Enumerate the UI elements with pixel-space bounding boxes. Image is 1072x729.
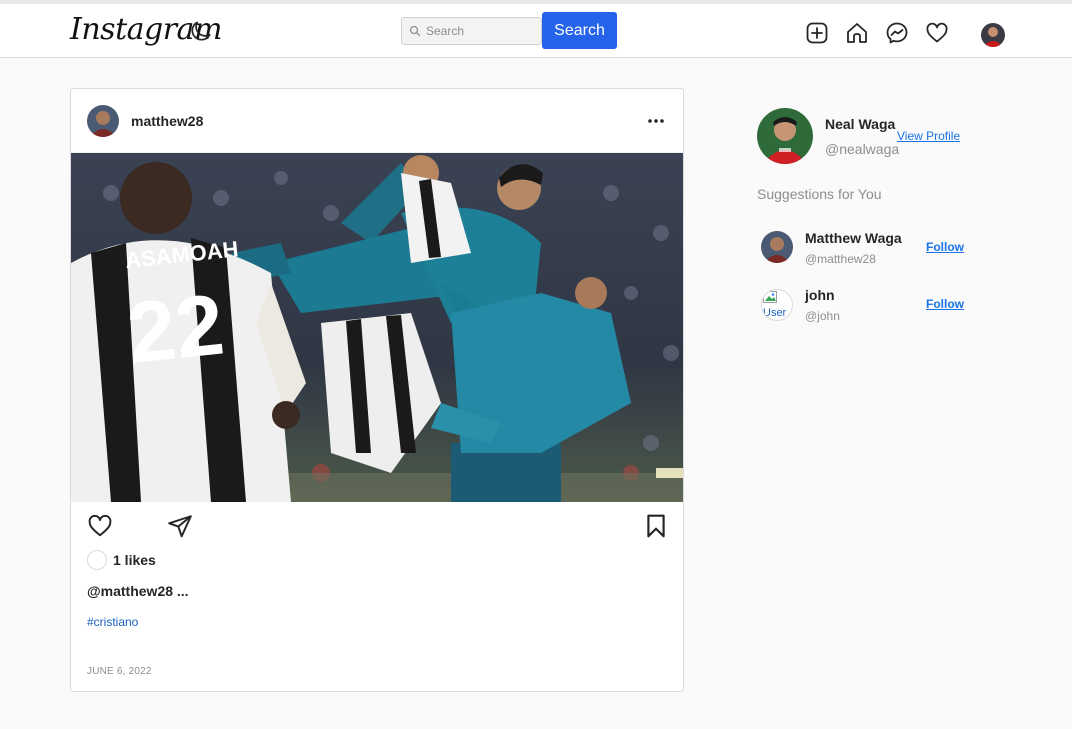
- suggestion-name[interactable]: john: [805, 287, 835, 303]
- suggestion-name[interactable]: Matthew Waga: [805, 230, 902, 246]
- post-image[interactable]: ASAMOAH 22: [71, 153, 683, 502]
- sidebar-profile-handle: @nealwaga: [825, 141, 900, 157]
- post-card: matthew28 ASAMOAH 22 1 likes @matthew28 …: [70, 88, 684, 692]
- broken-image-alt: User: [763, 307, 787, 319]
- like-icon[interactable]: [87, 513, 113, 539]
- suggestions-title: Suggestions for You: [757, 186, 882, 202]
- home-icon[interactable]: [845, 21, 869, 45]
- search-input[interactable]: [426, 18, 540, 44]
- view-profile-link[interactable]: View Profile: [897, 129, 960, 143]
- search-box[interactable]: [401, 17, 542, 45]
- suggestion-handle: @john: [805, 309, 840, 323]
- add-post-icon[interactable]: [805, 21, 829, 45]
- profile-avatar[interactable]: [981, 23, 1005, 47]
- search-icon: [409, 25, 421, 37]
- post-username[interactable]: matthew28: [131, 113, 203, 129]
- likes-count[interactable]: 1 likes: [113, 552, 156, 568]
- share-icon[interactable]: [167, 513, 193, 539]
- post-hashtag[interactable]: #cristiano: [87, 615, 138, 629]
- likes-avatar: [87, 550, 107, 570]
- suggestion-handle: @matthew28: [805, 252, 876, 266]
- suggestion-avatar[interactable]: [761, 231, 793, 263]
- more-options-icon[interactable]: [645, 111, 667, 131]
- post-header: matthew28: [71, 89, 683, 153]
- follow-button[interactable]: Follow: [926, 297, 964, 311]
- sidebar-profile-avatar[interactable]: [757, 108, 813, 164]
- moon-icon[interactable]: [188, 18, 214, 44]
- svg-text:22: 22: [123, 276, 228, 381]
- sidebar-profile-name[interactable]: Neal Waga: [825, 116, 895, 132]
- follow-button[interactable]: Follow: [926, 240, 964, 254]
- messenger-icon[interactable]: [885, 21, 909, 45]
- heart-icon[interactable]: [925, 21, 949, 45]
- post-avatar[interactable]: [87, 105, 119, 137]
- broken-image-icon[interactable]: User: [761, 289, 793, 321]
- search-button[interactable]: Search: [542, 12, 617, 49]
- navbar: Instagram Search: [0, 4, 1072, 58]
- post-caption: @matthew28 ...: [87, 583, 189, 599]
- bookmark-icon[interactable]: [643, 513, 669, 539]
- post-date: JUNE 6, 2022: [87, 666, 152, 677]
